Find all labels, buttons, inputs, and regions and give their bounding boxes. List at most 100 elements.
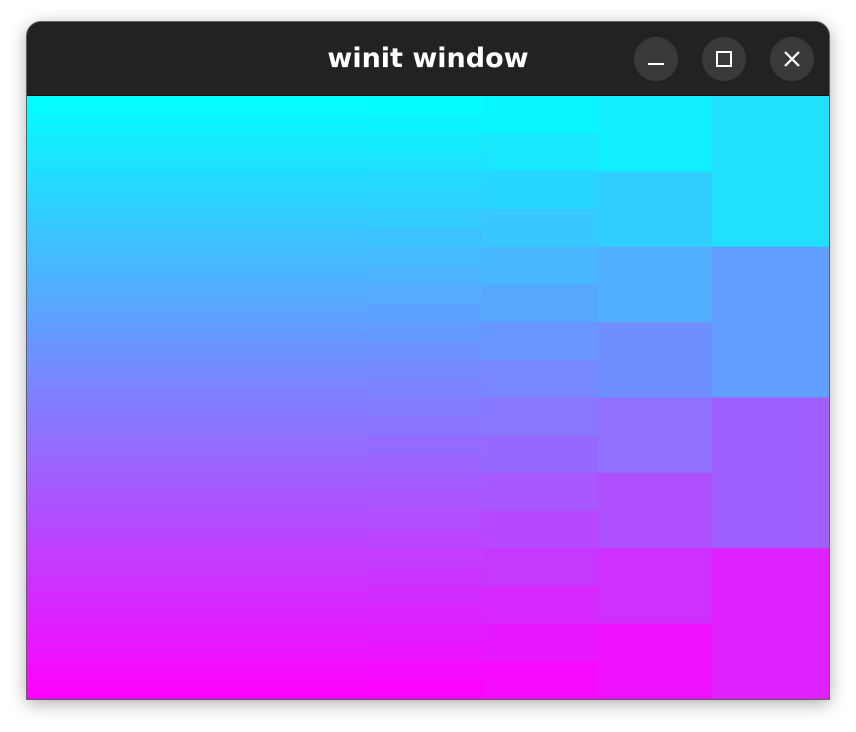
gradient-block: [139, 567, 254, 578]
gradient-block: [254, 190, 368, 201]
gradient-block: [139, 529, 254, 540]
gradient-block: [254, 519, 368, 530]
gradient-block: [139, 369, 254, 380]
gradient-block: [27, 209, 139, 220]
gradient-block: [254, 96, 368, 107]
gradient-block: [27, 557, 139, 568]
gradient-block: [254, 143, 368, 154]
gradient-block: [27, 595, 139, 606]
gradient-block: [368, 567, 483, 587]
gradient-block: [139, 519, 254, 530]
gradient-block: [139, 388, 254, 399]
gradient-block: [27, 472, 139, 483]
gradient-block: [598, 623, 712, 699]
gradient-block: [139, 303, 254, 314]
gradient-block: [598, 171, 712, 248]
gradient-block: [27, 133, 139, 144]
gradient-block: [139, 350, 254, 361]
gradient-block: [254, 425, 368, 436]
gradient-block: [139, 218, 254, 229]
minimize-button[interactable]: [634, 37, 678, 81]
gradient-block: [254, 284, 368, 295]
gradient-block: [483, 661, 598, 699]
maximize-button[interactable]: [702, 37, 746, 81]
gradient-block: [139, 491, 254, 502]
app-window: winit window: [27, 22, 829, 699]
gradient-block: [139, 576, 254, 587]
gradient-block: [139, 209, 254, 220]
gradient-block: [27, 633, 139, 644]
gradient-block: [254, 161, 368, 172]
gradient-block: [139, 322, 254, 333]
gradient-block: [598, 322, 712, 399]
gradient-block: [254, 340, 368, 351]
gradient-block: [254, 604, 368, 615]
gradient-block: [254, 246, 368, 257]
gradient-block: [254, 322, 368, 333]
gradient-block: [139, 265, 254, 276]
gradient-block: [368, 548, 483, 568]
gradient-block: [27, 444, 139, 455]
gradient-block: [598, 96, 712, 172]
gradient-block: [27, 171, 139, 182]
gradient-block: [254, 303, 368, 314]
gradient-block: [139, 312, 254, 323]
gradient-block: [368, 397, 483, 417]
gradient-block: [27, 576, 139, 587]
gradient-block: [254, 557, 368, 568]
gradient-block: [598, 397, 712, 474]
gradient-block: [139, 256, 254, 267]
gradient-block: [254, 585, 368, 596]
gradient-block: [27, 265, 139, 276]
gradient-block: [368, 680, 483, 699]
gradient-block: [139, 105, 254, 116]
gradient-block: [483, 359, 598, 399]
gradient-block: [27, 293, 139, 304]
gradient-block: [139, 425, 254, 436]
gradient-block: [368, 359, 483, 380]
gradient-block: [27, 642, 139, 653]
gradient-block: [139, 538, 254, 549]
gradient-block: [254, 454, 368, 465]
gradient-block: [483, 510, 598, 549]
gradient-block: [254, 416, 368, 427]
gradient-block: [139, 406, 254, 417]
gradient-block: [139, 472, 254, 483]
gradient-block: [368, 133, 483, 154]
gradient-block: [254, 105, 368, 116]
gradient-block: [368, 96, 483, 116]
gradient-block: [368, 585, 483, 606]
gradient-block: [368, 322, 483, 342]
gradient-block: [254, 275, 368, 286]
gradient-block: [139, 670, 254, 681]
gradient-block: [27, 199, 139, 210]
gradient-block: [368, 265, 483, 286]
gradient-block: [254, 444, 368, 455]
gradient-block: [27, 378, 139, 389]
gradient-block: [254, 614, 368, 625]
gradient-block: [483, 397, 598, 436]
gradient-block: [254, 661, 368, 672]
gradient-block: [27, 454, 139, 465]
gradient-block: [712, 548, 829, 699]
gradient-block: [27, 161, 139, 172]
gradient-block: [27, 124, 139, 135]
gradient-block: [254, 369, 368, 380]
gradient-block: [483, 435, 598, 474]
gradient-block: [254, 359, 368, 370]
gradient-block: [139, 284, 254, 295]
gradient-block: [27, 105, 139, 116]
gradient-block: [27, 388, 139, 399]
gradient-block: [139, 595, 254, 606]
gradient-block: [27, 416, 139, 427]
gradient-block: [27, 510, 139, 521]
gradient-block: [254, 538, 368, 549]
gradient-block: [368, 227, 483, 248]
gradient-block: [254, 180, 368, 191]
gradient-block: [139, 246, 254, 257]
close-button[interactable]: [770, 37, 814, 81]
title-bar[interactable]: winit window: [27, 22, 829, 96]
gradient-block: [368, 604, 483, 625]
gradient-block: [368, 454, 483, 474]
gradient-block: [254, 595, 368, 606]
